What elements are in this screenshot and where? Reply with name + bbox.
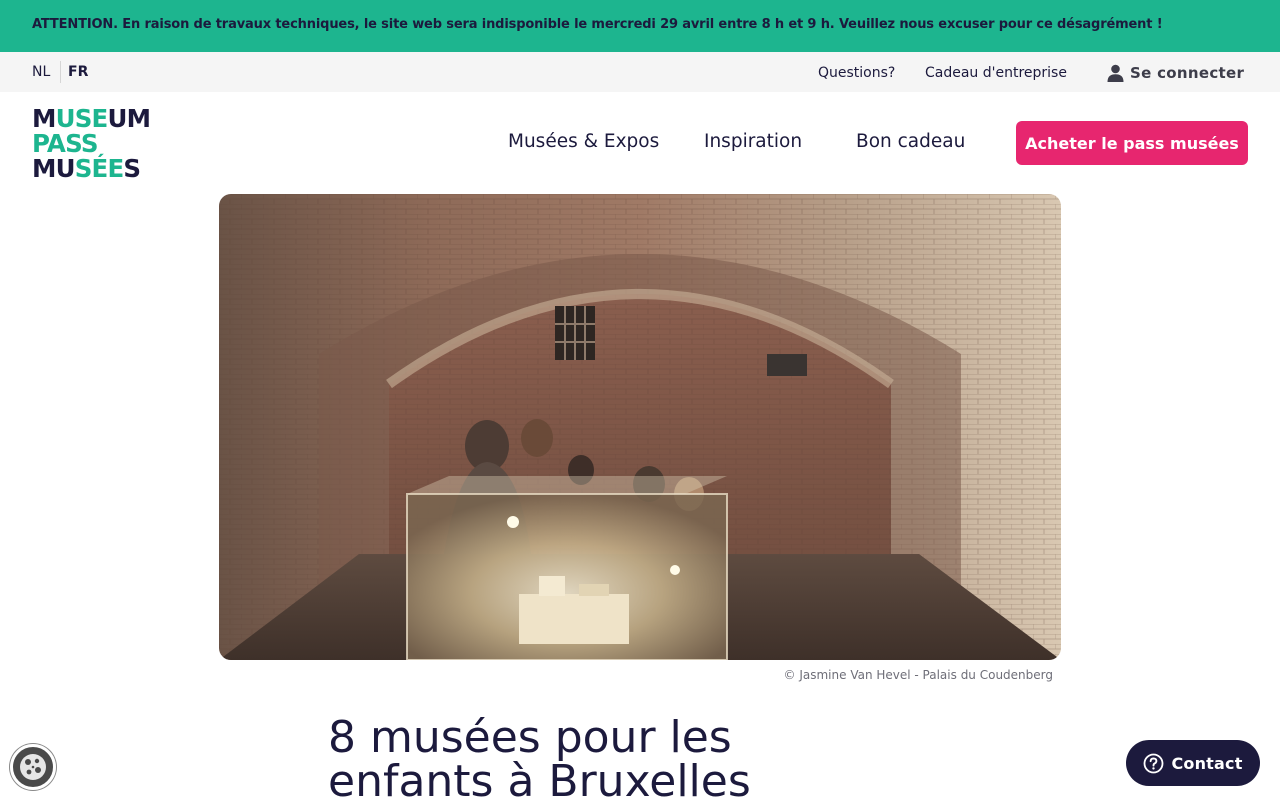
contact-label: Contact: [1171, 753, 1243, 773]
nav-museums-expos[interactable]: Musées & Expos: [508, 131, 659, 152]
nav-gift-voucher[interactable]: Bon cadeau: [856, 131, 965, 152]
page-title: 8 musées pour les enfants à Bruxelles: [328, 712, 751, 800]
language-nl-link[interactable]: NL: [32, 64, 50, 80]
login-button[interactable]: Se connecter: [1107, 62, 1244, 84]
nav-inspiration[interactable]: Inspiration: [704, 131, 802, 152]
login-label: Se connecter: [1130, 64, 1245, 82]
language-fr-link[interactable]: FR: [68, 64, 88, 80]
question-circle-icon: [1144, 753, 1164, 773]
logo-line-2: PASS: [32, 129, 98, 158]
cookie-icon: [20, 754, 46, 780]
corporate-gift-link[interactable]: Cadeau d'entreprise: [925, 65, 1067, 81]
maintenance-banner: ATTENTION. En raison de travaux techniqu…: [0, 0, 1280, 52]
contact-button[interactable]: Contact: [1126, 740, 1260, 786]
hero-image: [219, 194, 1061, 660]
logo-line-3: MUSÉES: [32, 154, 141, 183]
banner-text: ATTENTION. En raison de travaux techniqu…: [32, 17, 1163, 32]
questions-link[interactable]: Questions?: [818, 65, 895, 81]
photo-credit: © Jasmine Van Hevel - Palais du Coudenbe…: [783, 668, 1053, 682]
language-divider: [60, 61, 61, 83]
cookie-settings-button[interactable]: [10, 744, 56, 790]
hero-illustration: [219, 194, 1061, 660]
museumpass-logo[interactable]: MUSEUM PASS MUSÉES: [32, 106, 162, 181]
user-icon: [1107, 64, 1124, 82]
logo-line-1: MUSEUM: [32, 104, 151, 133]
utility-bar: NL FR Questions? Cadeau d'entreprise Se …: [0, 52, 1280, 92]
buy-pass-button[interactable]: Acheter le pass musées: [1016, 121, 1248, 165]
